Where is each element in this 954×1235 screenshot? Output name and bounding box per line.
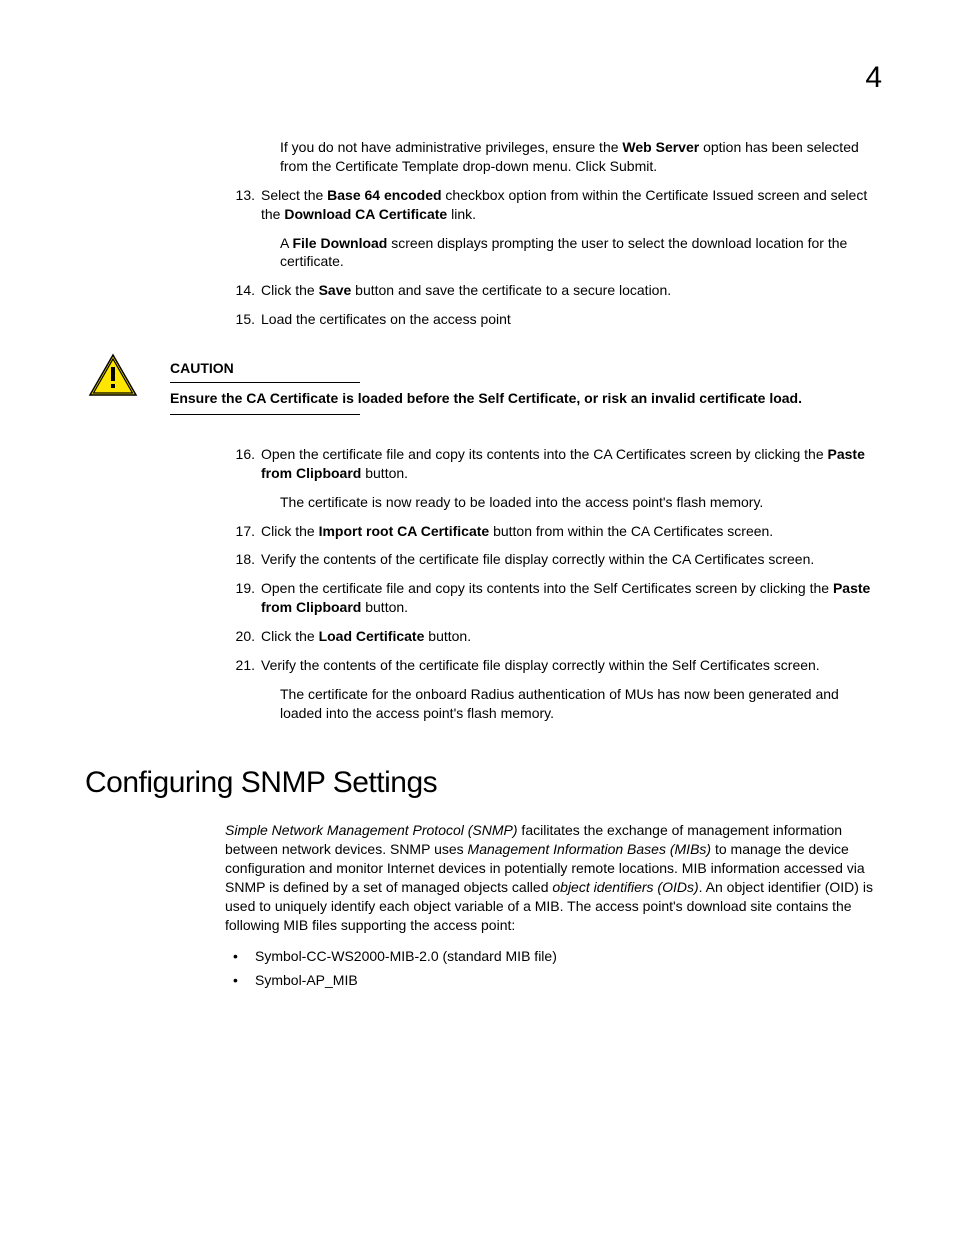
bullet-dot: •: [233, 971, 255, 990]
section-paragraph: Simple Network Management Protocol (SNMP…: [225, 821, 884, 934]
intro-subtext: If you do not have administrative privil…: [280, 138, 884, 176]
step: 19.Open the certificate file and copy it…: [225, 579, 884, 617]
step-number: 21.: [225, 656, 261, 675]
page: 4 If you do not have administrative priv…: [0, 0, 954, 1235]
bullet-text: Symbol-AP_MIB: [255, 971, 884, 990]
caution-rule-top: [170, 382, 360, 383]
step-text: Select the Base 64 encoded checkbox opti…: [261, 186, 884, 224]
step-subtext: The certificate for the onboard Radius a…: [280, 685, 884, 723]
bullet-item: •Symbol-AP_MIB: [233, 971, 884, 990]
step: 13.Select the Base 64 encoded checkbox o…: [225, 186, 884, 224]
bullet-list: •Symbol-CC-WS2000-MIB-2.0 (standard MIB …: [225, 947, 884, 991]
bullet-dot: •: [233, 947, 255, 966]
caution-block: CAUTION Ensure the CA Certificate is loa…: [170, 359, 884, 415]
step-number: 16.: [225, 445, 261, 483]
bullet-item: •Symbol-CC-WS2000-MIB-2.0 (standard MIB …: [233, 947, 884, 966]
step-subtext: The certificate is now ready to be loade…: [280, 493, 884, 512]
step-text: Open the certificate file and copy its c…: [261, 579, 884, 617]
step: 21.Verify the contents of the certificat…: [225, 656, 884, 675]
step: 20.Click the Load Certificate button.: [225, 627, 884, 646]
caution-text: Ensure the CA Certificate is loaded befo…: [170, 389, 884, 408]
step-text: Verify the contents of the certificate f…: [261, 656, 884, 675]
step-text: Click the Save button and save the certi…: [261, 281, 884, 300]
content-body: If you do not have administrative privil…: [225, 138, 884, 723]
step-text: Load the certificates on the access poin…: [261, 310, 884, 329]
step-number: 14.: [225, 281, 261, 300]
step-text: Open the certificate file and copy its c…: [261, 445, 884, 483]
steps-group-b: 16.Open the certificate file and copy it…: [225, 445, 884, 723]
step: 17.Click the Import root CA Certificate …: [225, 522, 884, 541]
page-number: 4: [865, 58, 882, 99]
step: 14.Click the Save button and save the ce…: [225, 281, 884, 300]
step-number: 18.: [225, 550, 261, 569]
step: 18.Verify the contents of the certificat…: [225, 550, 884, 569]
step-number: 20.: [225, 627, 261, 646]
step-number: 17.: [225, 522, 261, 541]
step-number: 15.: [225, 310, 261, 329]
section-heading: Configuring SNMP Settings: [85, 763, 894, 804]
step-text: Verify the contents of the certificate f…: [261, 550, 884, 569]
step-number: 19.: [225, 579, 261, 617]
step: 16.Open the certificate file and copy it…: [225, 445, 884, 483]
steps-group-a: 13.Select the Base 64 encoded checkbox o…: [225, 186, 884, 329]
step: 15.Load the certificates on the access p…: [225, 310, 884, 329]
step-text: Click the Import root CA Certificate but…: [261, 522, 884, 541]
bullet-text: Symbol-CC-WS2000-MIB-2.0 (standard MIB f…: [255, 947, 884, 966]
section-body: Simple Network Management Protocol (SNMP…: [225, 821, 884, 990]
caution-icon: [88, 353, 138, 402]
step-text: Click the Load Certificate button.: [261, 627, 884, 646]
caution-label: CAUTION: [170, 359, 234, 380]
step-subtext: A File Download screen displays promptin…: [280, 234, 884, 272]
caution-rule-bottom: [170, 414, 360, 415]
step-number: 13.: [225, 186, 261, 224]
